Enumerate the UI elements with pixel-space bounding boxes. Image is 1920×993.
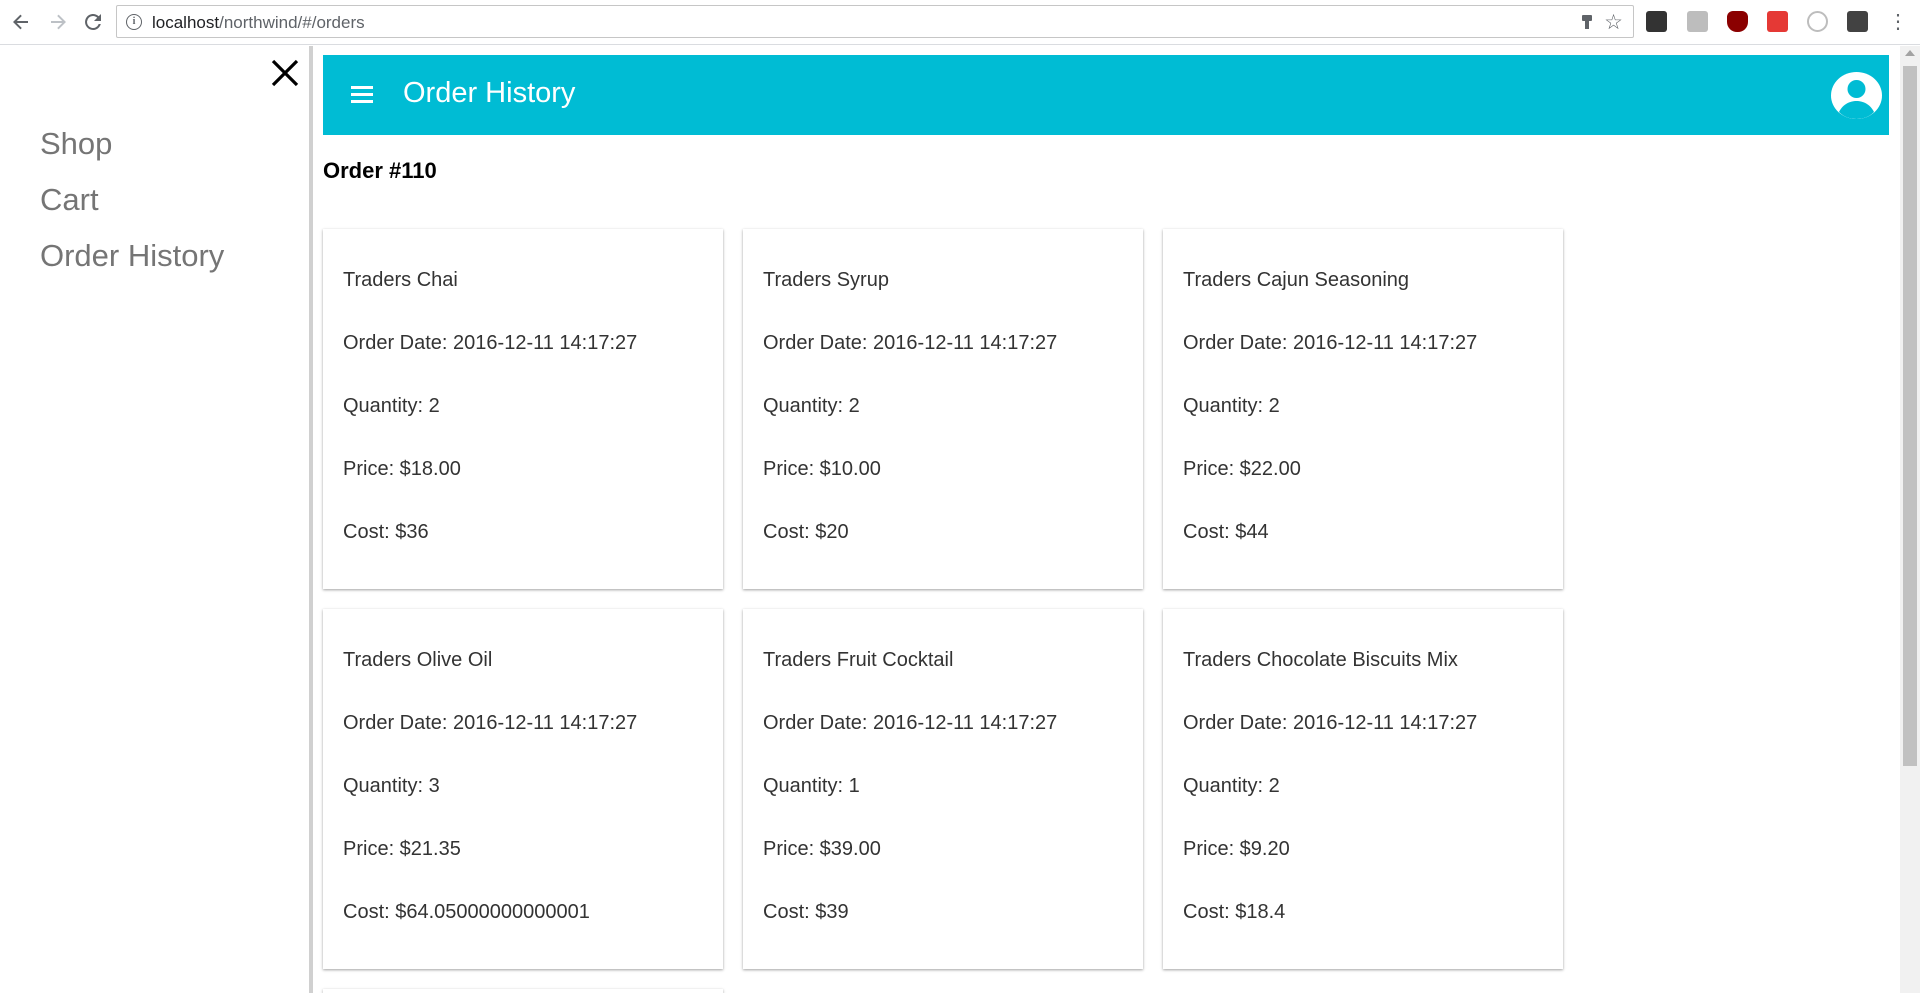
quantity: Quantity: 2 — [343, 395, 440, 417]
extension-icon[interactable] — [1646, 11, 1667, 32]
order-item-card: Traders Chocolate Biscuits Mix Order Dat… — [1163, 609, 1563, 969]
order-date: Order Date: 2016-12-11 14:17:27 — [763, 332, 1058, 354]
order-date: Order Date: 2016-12-11 14:17:27 — [343, 332, 638, 354]
close-icon[interactable] — [270, 58, 300, 88]
order-item-card: Traders Chai Order Date: 2016-12-11 14:1… — [323, 229, 723, 589]
cost: Cost: $20 — [763, 521, 849, 543]
product-name: Traders Fruit Cocktail — [763, 649, 954, 671]
browser-toolbar: i localhost/northwind/#/orders ☆ ⋮ — [0, 0, 1920, 45]
order-date: Order Date: 2016-12-11 14:17:27 — [1183, 332, 1478, 354]
scrollbar-thumb[interactable] — [1903, 66, 1917, 766]
order-item-card: Traders Cajun Seasoning Order Date: 2016… — [1163, 229, 1563, 589]
sidebar-item-cart[interactable]: Cart — [40, 182, 99, 218]
quantity: Quantity: 1 — [763, 775, 860, 797]
quantity: Quantity: 2 — [763, 395, 860, 417]
order-item-card: Traders Fruit Cocktail Order Date: 2016-… — [743, 609, 1143, 969]
price: Price: $39.00 — [763, 838, 881, 860]
order-date: Order Date: 2016-12-11 14:17:27 — [763, 712, 1058, 734]
order-date: Order Date: 2016-12-11 14:17:27 — [1183, 712, 1478, 734]
price: Price: $18.00 — [343, 458, 461, 480]
cost: Cost: $36 — [343, 521, 429, 543]
back-arrow-icon[interactable] — [8, 9, 34, 35]
url-text[interactable]: localhost/northwind/#/orders — [152, 13, 365, 33]
bookmark-star-icon[interactable]: ☆ — [1604, 10, 1623, 35]
price: Price: $9.20 — [1183, 838, 1290, 860]
film-icon[interactable] — [1847, 11, 1868, 32]
quantity: Quantity: 3 — [343, 775, 440, 797]
price: Price: $22.00 — [1183, 458, 1301, 480]
product-name: Traders Chai — [343, 269, 458, 291]
order-title: Order #110 — [323, 158, 437, 183]
scroll-up-arrow-icon[interactable] — [1905, 50, 1915, 56]
extension-icon[interactable] — [1767, 11, 1788, 32]
address-bar[interactable]: i localhost/northwind/#/orders ☆ — [116, 5, 1634, 38]
extension-icon[interactable] — [1807, 11, 1828, 32]
order-date: Order Date: 2016-12-11 14:17:27 — [343, 712, 638, 734]
sidebar-item-order-history[interactable]: Order History — [40, 238, 224, 274]
scrollbar[interactable] — [1900, 46, 1920, 993]
quantity: Quantity: 2 — [1183, 395, 1280, 417]
sidebar: Shop Cart Order History — [0, 46, 313, 993]
forward-arrow-icon[interactable] — [45, 9, 71, 35]
more-menu-icon[interactable]: ⋮ — [1888, 9, 1908, 35]
cost: Cost: $64.05000000000001 — [343, 901, 590, 923]
extension-icon[interactable] — [1687, 11, 1708, 32]
order-item-card: Traders Olive Oil Order Date: 2016-12-11… — [323, 609, 723, 969]
url-host: localhost — [152, 13, 220, 32]
app-toolbar: Order History — [323, 55, 1889, 135]
cost: Cost: $44 — [1183, 521, 1269, 543]
sidebar-item-shop[interactable]: Shop — [40, 126, 112, 162]
cost: Cost: $39 — [763, 901, 849, 923]
product-name: Traders Olive Oil — [343, 649, 493, 671]
cost: Cost: $18.4 — [1183, 901, 1286, 923]
url-path: /northwind/#/orders — [219, 13, 365, 32]
price: Price: $21.35 — [343, 838, 461, 860]
price: Price: $10.00 — [763, 458, 881, 480]
menu-icon[interactable] — [351, 86, 373, 104]
product-name: Traders Syrup — [763, 269, 889, 291]
key-icon[interactable] — [1581, 14, 1593, 30]
quantity: Quantity: 2 — [1183, 775, 1280, 797]
ublock-icon[interactable] — [1727, 11, 1748, 32]
product-name: Traders Cajun Seasoning — [1183, 269, 1410, 291]
product-name: Traders Chocolate Biscuits Mix — [1183, 649, 1458, 671]
page-title: Order History — [403, 77, 576, 109]
info-icon[interactable]: i — [126, 14, 142, 30]
order-item-card: Traders Syrup Order Date: 2016-12-11 14:… — [743, 229, 1143, 589]
reload-icon[interactable] — [80, 9, 106, 35]
account-circle-icon[interactable] — [1831, 72, 1882, 119]
order-item-card — [323, 989, 723, 993]
